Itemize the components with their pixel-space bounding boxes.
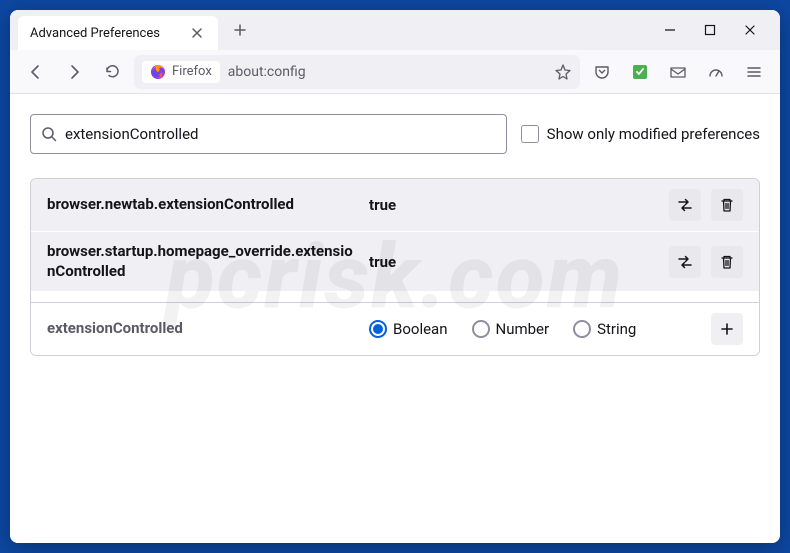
radio-label: Boolean [393,320,448,338]
new-pref-name: extensionControlled [47,319,357,339]
type-radio-group: Boolean Number String [369,320,699,338]
toggle-button[interactable] [669,246,701,278]
pref-row: browser.newtab.extensionControlled true [31,179,759,232]
minimize-button[interactable] [660,20,680,40]
inbox-icon [669,63,687,81]
pref-value: true [369,253,657,271]
show-modified-label: Show only modified preferences [547,125,760,143]
browser-tab[interactable]: Advanced Preferences [18,16,218,50]
identity-label: Firefox [172,64,212,79]
extension-button[interactable] [624,56,656,88]
radio-icon [369,320,387,338]
close-icon [191,27,203,39]
pref-name: browser.startup.homepage_override.extens… [47,242,357,281]
about-config-content: Show only modified preferences browser.n… [10,94,780,543]
tab-title: Advanced Preferences [30,26,188,41]
close-icon [744,24,756,36]
radio-label: String [597,320,636,338]
hamburger-icon [746,64,762,80]
pocket-button[interactable] [586,56,618,88]
url-bar[interactable]: Firefox [134,55,580,89]
pref-search-input[interactable] [65,125,496,143]
pref-search-box[interactable] [30,114,507,154]
extension-icon [632,64,648,80]
app-menu-button[interactable] [738,56,770,88]
preferences-table: browser.newtab.extensionControlled true … [30,178,760,356]
minimize-icon [664,24,676,36]
reload-icon [104,63,121,80]
close-window-button[interactable] [740,20,760,40]
trash-icon [719,197,735,213]
pref-value: true [369,196,657,214]
radio-label: Number [496,320,550,338]
maximize-icon [704,24,716,36]
reload-button[interactable] [96,56,128,88]
radio-icon [472,320,490,338]
identity-box[interactable]: Firefox [142,61,220,83]
back-icon [27,63,45,81]
toggle-button[interactable] [669,189,701,221]
radio-string[interactable]: String [573,320,636,338]
search-row: Show only modified preferences [30,114,760,154]
pocket-icon [593,63,611,81]
show-modified-checkbox[interactable]: Show only modified preferences [521,125,760,143]
trash-icon [719,254,735,270]
new-pref-row: extensionControlled Boolean Number Strin… [31,302,759,355]
new-tab-button[interactable] [224,14,256,46]
toggle-icon [676,253,694,271]
star-icon [554,63,572,81]
delete-button[interactable] [711,246,743,278]
pref-name: browser.newtab.extensionControlled [47,195,357,215]
plus-icon [233,23,247,37]
add-pref-button[interactable] [711,313,743,345]
checkbox-icon [521,125,539,143]
navigation-toolbar: Firefox [10,50,780,94]
url-input[interactable] [228,64,546,80]
forward-icon [65,63,83,81]
pref-row: browser.startup.homepage_override.extens… [31,232,759,292]
back-button[interactable] [20,56,52,88]
browser-window: Advanced Preferences [10,10,780,543]
maximize-button[interactable] [700,20,720,40]
dashboard-icon [707,63,725,81]
titlebar: Advanced Preferences [10,10,780,50]
forward-button[interactable] [58,56,90,88]
search-icon [41,126,57,142]
radio-number[interactable]: Number [472,320,550,338]
toggle-icon [676,196,694,214]
bookmark-star-button[interactable] [554,63,572,81]
tab-close-button[interactable] [188,24,206,42]
radio-boolean[interactable]: Boolean [369,320,448,338]
firefox-icon [150,64,166,80]
delete-button[interactable] [711,189,743,221]
plus-icon [719,321,735,337]
profile-button[interactable] [700,56,732,88]
radio-icon [573,320,591,338]
inbox-button[interactable] [662,56,694,88]
window-controls [648,20,772,40]
